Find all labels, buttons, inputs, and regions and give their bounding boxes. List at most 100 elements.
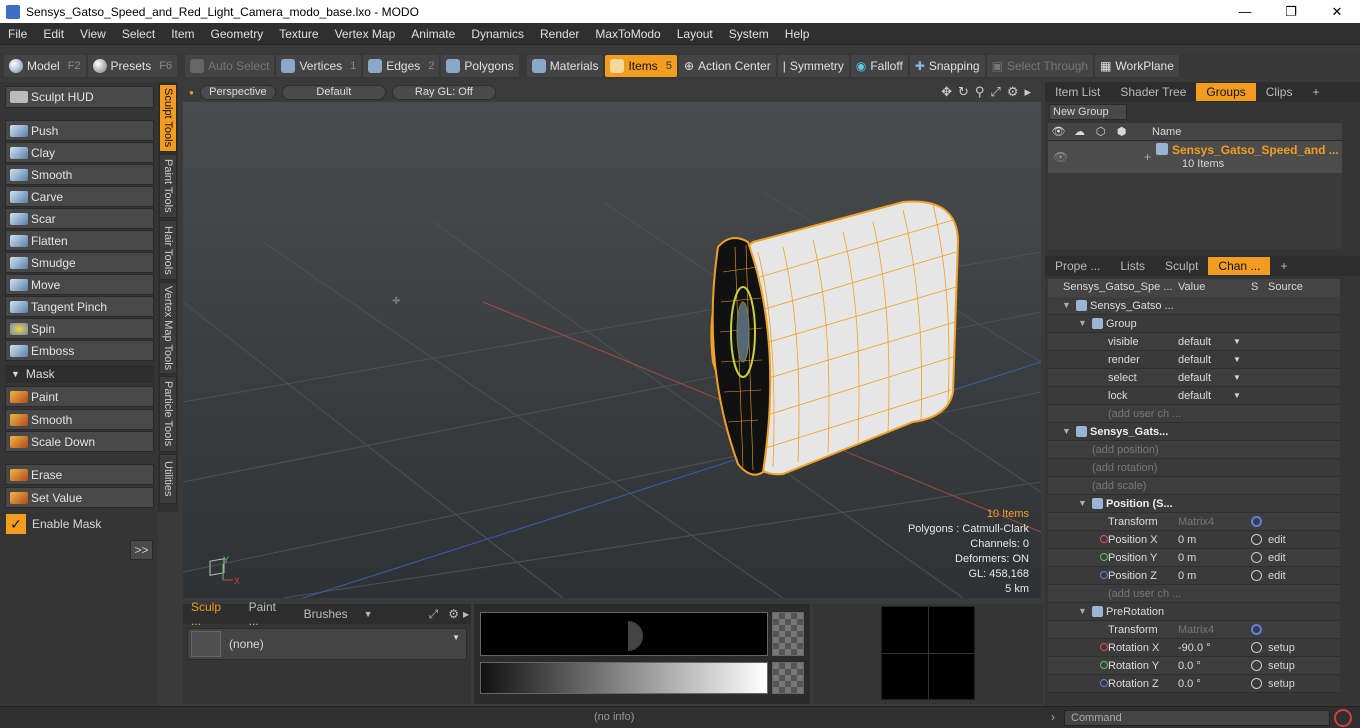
tab-shader-tree[interactable]: Shader Tree xyxy=(1110,83,1196,101)
tab-sculpt[interactable]: Sculpt xyxy=(1155,257,1208,275)
dropdown-arrow-icon[interactable]: ▼ xyxy=(1233,373,1241,382)
tab-hair-tools[interactable]: Hair Tools xyxy=(159,220,177,280)
texture-swatch-bottom[interactable] xyxy=(772,662,804,694)
channel-row[interactable]: Position Z 0 m edit xyxy=(1048,567,1340,585)
channel-row[interactable]: (add scale) xyxy=(1048,477,1340,495)
menu-vertex-map[interactable]: Vertex Map xyxy=(327,27,404,41)
add-channel-tab-icon[interactable]: + xyxy=(1270,257,1297,275)
source-state-icon[interactable] xyxy=(1251,534,1262,545)
falloff-gradient[interactable] xyxy=(480,662,768,694)
channel-row[interactable]: lock default ▼ xyxy=(1048,387,1340,405)
texture-swatch-top[interactable] xyxy=(772,612,804,656)
channel-value[interactable]: default xyxy=(1178,387,1211,405)
preview-viewport[interactable] xyxy=(881,606,976,701)
mask-paint-button[interactable]: Paint xyxy=(5,386,154,407)
polygons-button[interactable]: Polygons xyxy=(441,55,519,77)
tab-sculpt-presets[interactable]: Sculp ... xyxy=(183,600,241,628)
menu-help[interactable]: Help xyxy=(777,27,818,41)
channel-value[interactable]: default xyxy=(1178,333,1211,351)
tab-lists[interactable]: Lists xyxy=(1110,257,1155,275)
close-icon[interactable]: ✕ xyxy=(1314,0,1360,23)
panel-settings-icon[interactable]: ⚙ xyxy=(446,607,461,621)
brush-preview[interactable] xyxy=(480,612,768,656)
scar-tool-button[interactable]: Scar xyxy=(5,208,154,229)
minimize-icon[interactable]: — xyxy=(1222,0,1268,23)
channel-row[interactable]: select default ▼ xyxy=(1048,369,1340,387)
rotate-icon[interactable]: ↻ xyxy=(958,84,969,100)
panel-maximize-icon[interactable]: ⤢ xyxy=(421,607,447,622)
group-row[interactable]: 👁 + Sensys_Gatso_Speed_and ... 10 Items xyxy=(1048,141,1342,173)
dropdown-arrow-icon[interactable]: ▼ xyxy=(356,609,381,619)
dropdown-arrow-icon[interactable]: ▼ xyxy=(1233,337,1241,346)
new-group-button[interactable]: New Group xyxy=(1049,104,1127,120)
channel-row[interactable]: ▼ Group xyxy=(1048,315,1340,333)
channel-value[interactable]: 0 m xyxy=(1178,531,1196,549)
expand-triangle-icon[interactable]: ▼ xyxy=(1078,498,1087,508)
add-tab-icon[interactable]: + xyxy=(1302,83,1329,101)
pan-icon[interactable]: ✥ xyxy=(941,84,952,100)
tab-item-list[interactable]: Item List xyxy=(1045,83,1110,101)
menu-edit[interactable]: Edit xyxy=(35,27,72,41)
channel-value[interactable]: 0.0 ° xyxy=(1178,657,1201,675)
command-input[interactable]: Command xyxy=(1064,710,1330,726)
channel-value[interactable]: default xyxy=(1178,369,1211,387)
source-state-icon[interactable] xyxy=(1251,642,1262,653)
dropdown-arrow-icon[interactable]: ▼ xyxy=(1233,355,1241,364)
tab-paint-presets[interactable]: Paint ... xyxy=(241,600,296,628)
source-state-icon[interactable] xyxy=(1251,678,1262,689)
3d-viewport[interactable]: ● Perspective Default Ray GL: Off ✥ ↻ ⚲ … xyxy=(183,82,1041,598)
channel-row[interactable]: Position Y 0 m edit xyxy=(1048,549,1340,567)
menu-view[interactable]: View xyxy=(72,27,114,41)
select-through-button[interactable]: ▣ Select Through xyxy=(986,55,1094,77)
expand-triangle-icon[interactable]: ▼ xyxy=(1078,318,1087,328)
sculpt-hud-button[interactable]: Sculpt HUD xyxy=(5,86,154,108)
erase-button[interactable]: Erase xyxy=(5,464,154,485)
items-button[interactable]: Items 5 xyxy=(605,55,677,77)
tab-brushes[interactable]: Brushes xyxy=(296,607,356,621)
tab-properties[interactable]: Prope ... xyxy=(1045,257,1110,275)
mask-section-header[interactable]: ▼ Mask xyxy=(5,365,154,383)
menu-layout[interactable]: Layout xyxy=(669,27,721,41)
tab-particle-tools[interactable]: Particle Tools xyxy=(159,376,177,452)
channel-value[interactable]: 0.0 ° xyxy=(1178,675,1201,693)
zoom-icon[interactable]: ⚲ xyxy=(975,84,985,100)
channel-row[interactable]: Transform Matrix4 xyxy=(1048,513,1340,531)
tangent-pinch-tool-button[interactable]: Tangent Pinch xyxy=(5,296,154,317)
channel-row[interactable]: ▼ Sensys_Gatso ... xyxy=(1048,297,1340,315)
channel-value[interactable]: -90.0 ° xyxy=(1178,639,1211,657)
dropdown-arrow-icon[interactable]: ▼ xyxy=(1233,391,1241,400)
channel-row[interactable]: ▼ Position (S... xyxy=(1048,495,1340,513)
smudge-tool-button[interactable]: Smudge xyxy=(5,252,154,273)
channel-row[interactable]: visible default ▼ xyxy=(1048,333,1340,351)
menu-animate[interactable]: Animate xyxy=(403,27,463,41)
channel-row[interactable]: Transform Matrix4 xyxy=(1048,621,1340,639)
expand-button[interactable]: >> xyxy=(130,540,153,560)
symmetry-button[interactable]: | Symmetry xyxy=(777,55,849,77)
channel-row[interactable]: Rotation X -90.0 ° setup xyxy=(1048,639,1340,657)
model-button[interactable]: Model F2 xyxy=(4,55,86,77)
materials-button[interactable]: Materials xyxy=(526,55,604,77)
spin-tool-button[interactable]: Spin xyxy=(5,318,154,339)
tab-utilities[interactable]: Utilities xyxy=(159,454,177,504)
auto-select-button[interactable]: Auto Select xyxy=(185,55,275,77)
viewport-menu-arrow-icon[interactable]: ▸ xyxy=(1024,84,1031,100)
channel-row[interactable]: ▼ PreRotation xyxy=(1048,603,1340,621)
channel-row[interactable]: (add user ch ... xyxy=(1048,585,1340,603)
channel-row[interactable]: (add user ch ... xyxy=(1048,405,1340,423)
menu-system[interactable]: System xyxy=(721,27,777,41)
matrix-link-icon[interactable] xyxy=(1251,624,1262,635)
push-tool-button[interactable]: Push xyxy=(5,120,154,141)
channel-value[interactable]: 0 m xyxy=(1178,567,1196,585)
raygl-button[interactable]: Ray GL: Off xyxy=(391,84,496,100)
channel-row[interactable]: Position X 0 m edit xyxy=(1048,531,1340,549)
edges-button[interactable]: Edges 2 xyxy=(363,55,440,77)
snapping-button[interactable]: ✚ Snapping xyxy=(909,55,985,77)
set-value-button[interactable]: Set Value xyxy=(5,487,154,508)
shading-default-button[interactable]: Default xyxy=(281,84,386,100)
source-state-icon[interactable] xyxy=(1251,552,1262,563)
menu-render[interactable]: Render xyxy=(532,27,587,41)
tab-groups[interactable]: Groups xyxy=(1196,83,1256,101)
expand-triangle-icon[interactable]: ▼ xyxy=(1078,606,1087,616)
channel-value[interactable]: Matrix4 xyxy=(1178,621,1214,639)
channel-row[interactable]: render default ▼ xyxy=(1048,351,1340,369)
